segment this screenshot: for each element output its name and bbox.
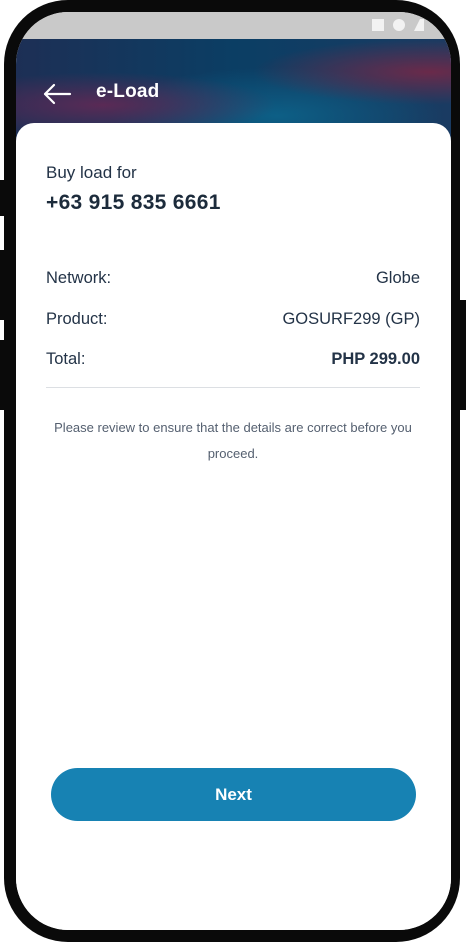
phone-side-button [0, 250, 6, 320]
network-value: Globe [375, 269, 420, 287]
recipient-phone-number: +63 915 835 6661 [46, 191, 221, 214]
arrow-left-icon[interactable] [42, 79, 72, 109]
details-card: Buy load for +63 915 835 6661 Network: G… [16, 123, 451, 930]
phone-side-button [0, 180, 6, 216]
phone-side-button [460, 300, 466, 410]
total-label: Total: [46, 350, 86, 368]
divider [46, 387, 420, 388]
phone-side-button [0, 340, 6, 410]
page-title: e-Load [96, 81, 160, 102]
buy-load-label: Buy load for [46, 163, 137, 182]
square-icon [372, 19, 384, 31]
circle-icon [393, 19, 405, 31]
next-button[interactable]: Next [51, 768, 416, 821]
app-screen: e-Load Buy load for +63 915 835 6661 Net… [16, 12, 451, 930]
triangle-icon [414, 19, 424, 31]
product-label: Product: [46, 310, 108, 328]
product-value: GOSURF299 (GP) [282, 310, 420, 328]
network-row: Network: Globe [46, 269, 420, 288]
review-note: Please review to ensure that the details… [54, 420, 412, 461]
product-row: Product: GOSURF299 (GP) [46, 310, 420, 329]
network-label: Network: [46, 269, 112, 287]
total-row: Total: PHP 299.00 [46, 350, 420, 369]
status-bar [16, 12, 451, 39]
total-value: PHP 299.00 [331, 350, 420, 368]
